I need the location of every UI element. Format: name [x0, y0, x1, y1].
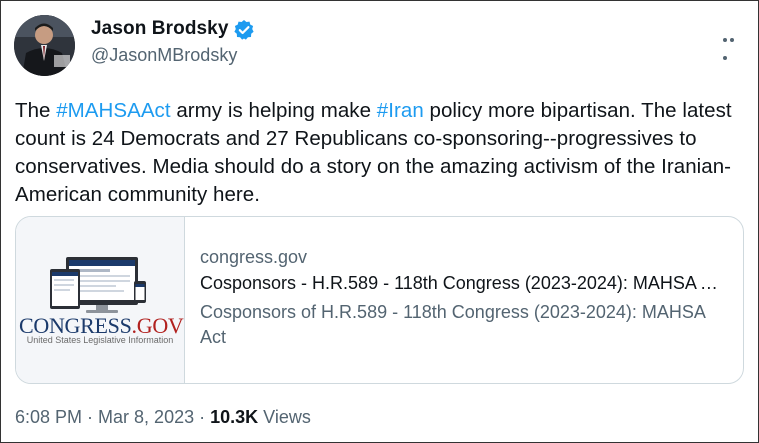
tweet-text-segment: army is helping make [170, 99, 377, 122]
card-domain: congress.gov [200, 247, 308, 267]
meta-separator: · [194, 407, 211, 427]
views-count: 10.3K [210, 407, 259, 427]
card-title[interactable]: Cosponsors - H.R.589 - 118th Congress (2… [200, 273, 722, 300]
hashtag-link[interactable]: #Iran [377, 99, 424, 122]
meta-separator: · [82, 407, 99, 427]
hashtag-link[interactable]: #MAHSAAct [56, 99, 170, 122]
views-label: Views [258, 407, 311, 427]
tweet-date[interactable]: Mar 8, 2023 [98, 407, 194, 427]
avatar-photo [14, 15, 75, 76]
tweet-text: The #MAHSAAct army is helping make #Iran… [15, 97, 750, 209]
more-options-icon[interactable] [723, 29, 743, 60]
tweet-frame: Jason Brodsky @JasonMBrodsky The #MAHSAA… [0, 0, 759, 443]
card-thumbnail: CONGRESS.GOV United States Legislative I… [16, 217, 185, 383]
author-handle[interactable]: @JasonMBrodsky [91, 45, 237, 66]
card-text: congress.gov Cosponsors - H.R.589 - 118t… [200, 247, 730, 350]
devices-illustration [50, 257, 146, 313]
tweet-meta: 6:08 PM · Mar 8, 2023 · 10.3K Views [15, 407, 311, 428]
card-description: Cosponsors of H.R.589 - 118th Congress (… [200, 302, 705, 347]
avatar[interactable] [14, 15, 75, 76]
verified-badge-icon [234, 20, 254, 40]
link-preview-card[interactable]: CONGRESS.GOV United States Legislative I… [15, 216, 744, 384]
logo-subtitle: United States Legislative Information [26, 335, 174, 345]
tweet-text-segment: The [15, 99, 57, 122]
author-name[interactable]: Jason Brodsky [91, 18, 229, 40]
tweet-time[interactable]: 6:08 PM [15, 407, 82, 427]
